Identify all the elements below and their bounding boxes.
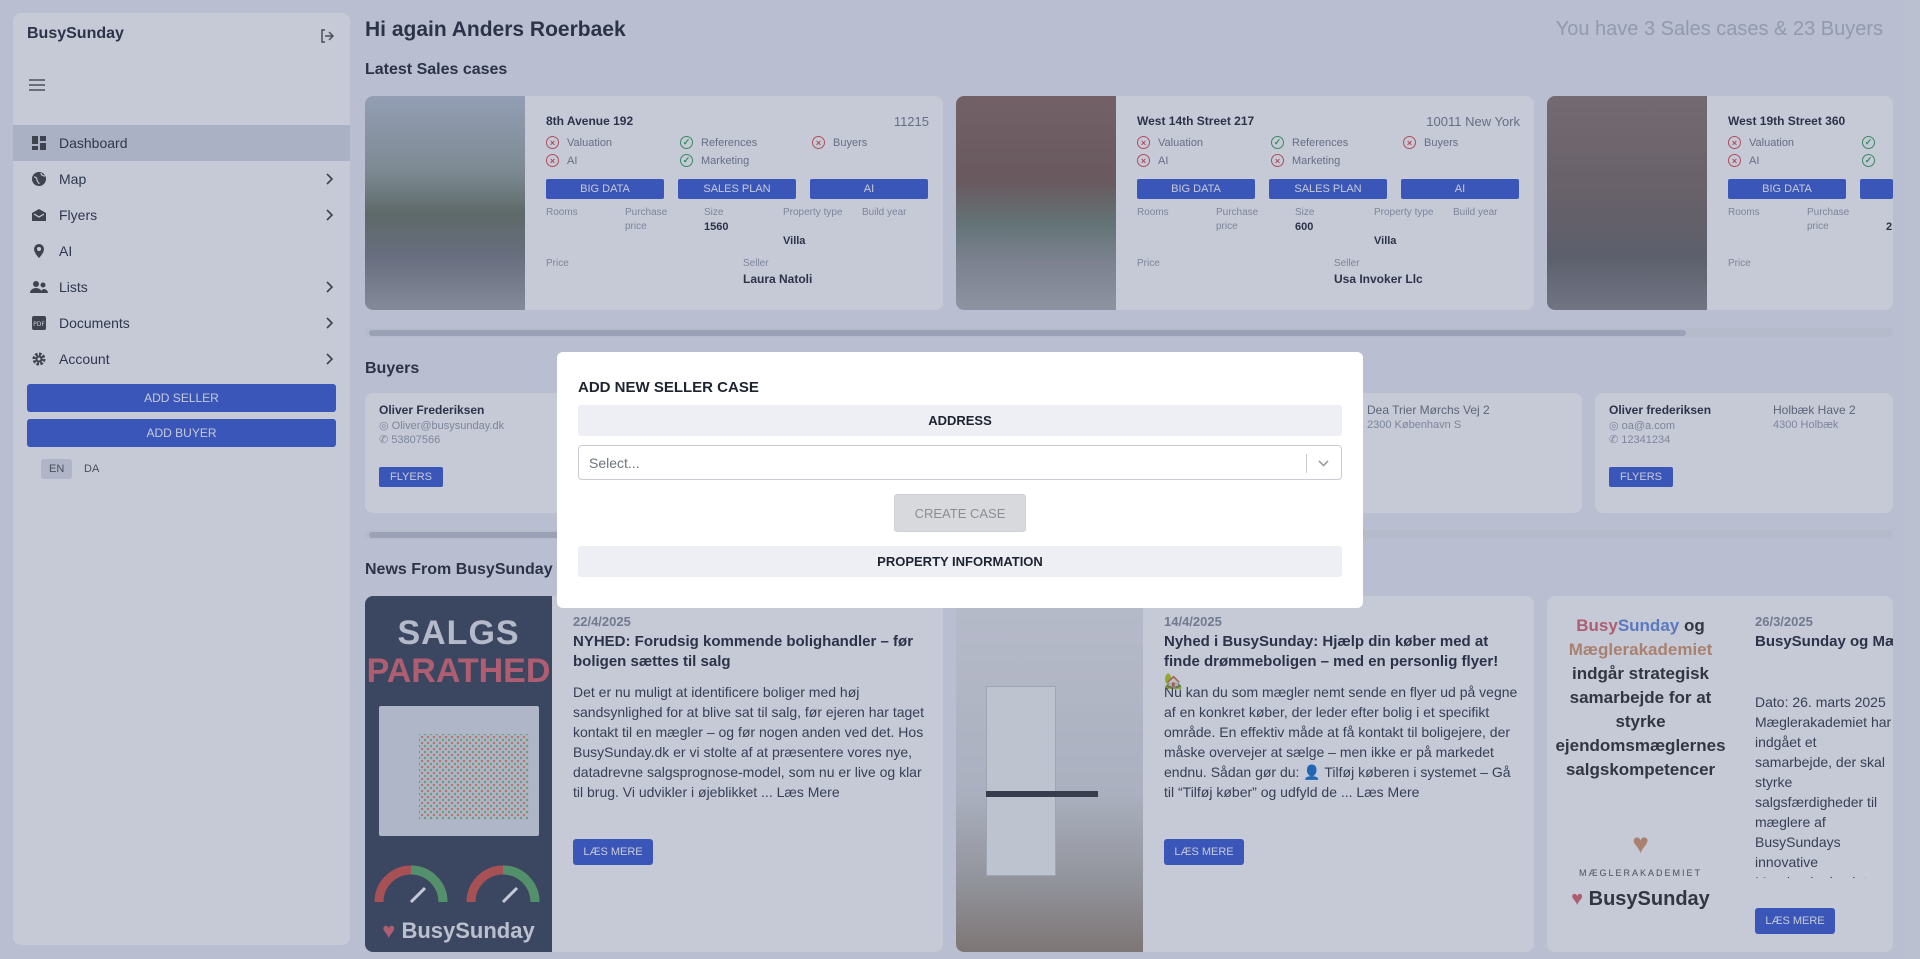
select-separator: [1306, 454, 1307, 473]
chevron-down-icon[interactable]: [1316, 456, 1331, 471]
add-seller-case-modal: ADD NEW SELLER CASE ADDRESS Select... CR…: [557, 352, 1363, 608]
address-section-header[interactable]: ADDRESS: [578, 405, 1342, 436]
address-select[interactable]: Select...: [578, 445, 1342, 480]
modal-title: ADD NEW SELLER CASE: [578, 379, 759, 396]
select-placeholder: Select...: [589, 455, 640, 471]
create-case-button[interactable]: CREATE CASE: [894, 494, 1026, 532]
property-section-header[interactable]: PROPERTY INFORMATION: [578, 546, 1342, 577]
